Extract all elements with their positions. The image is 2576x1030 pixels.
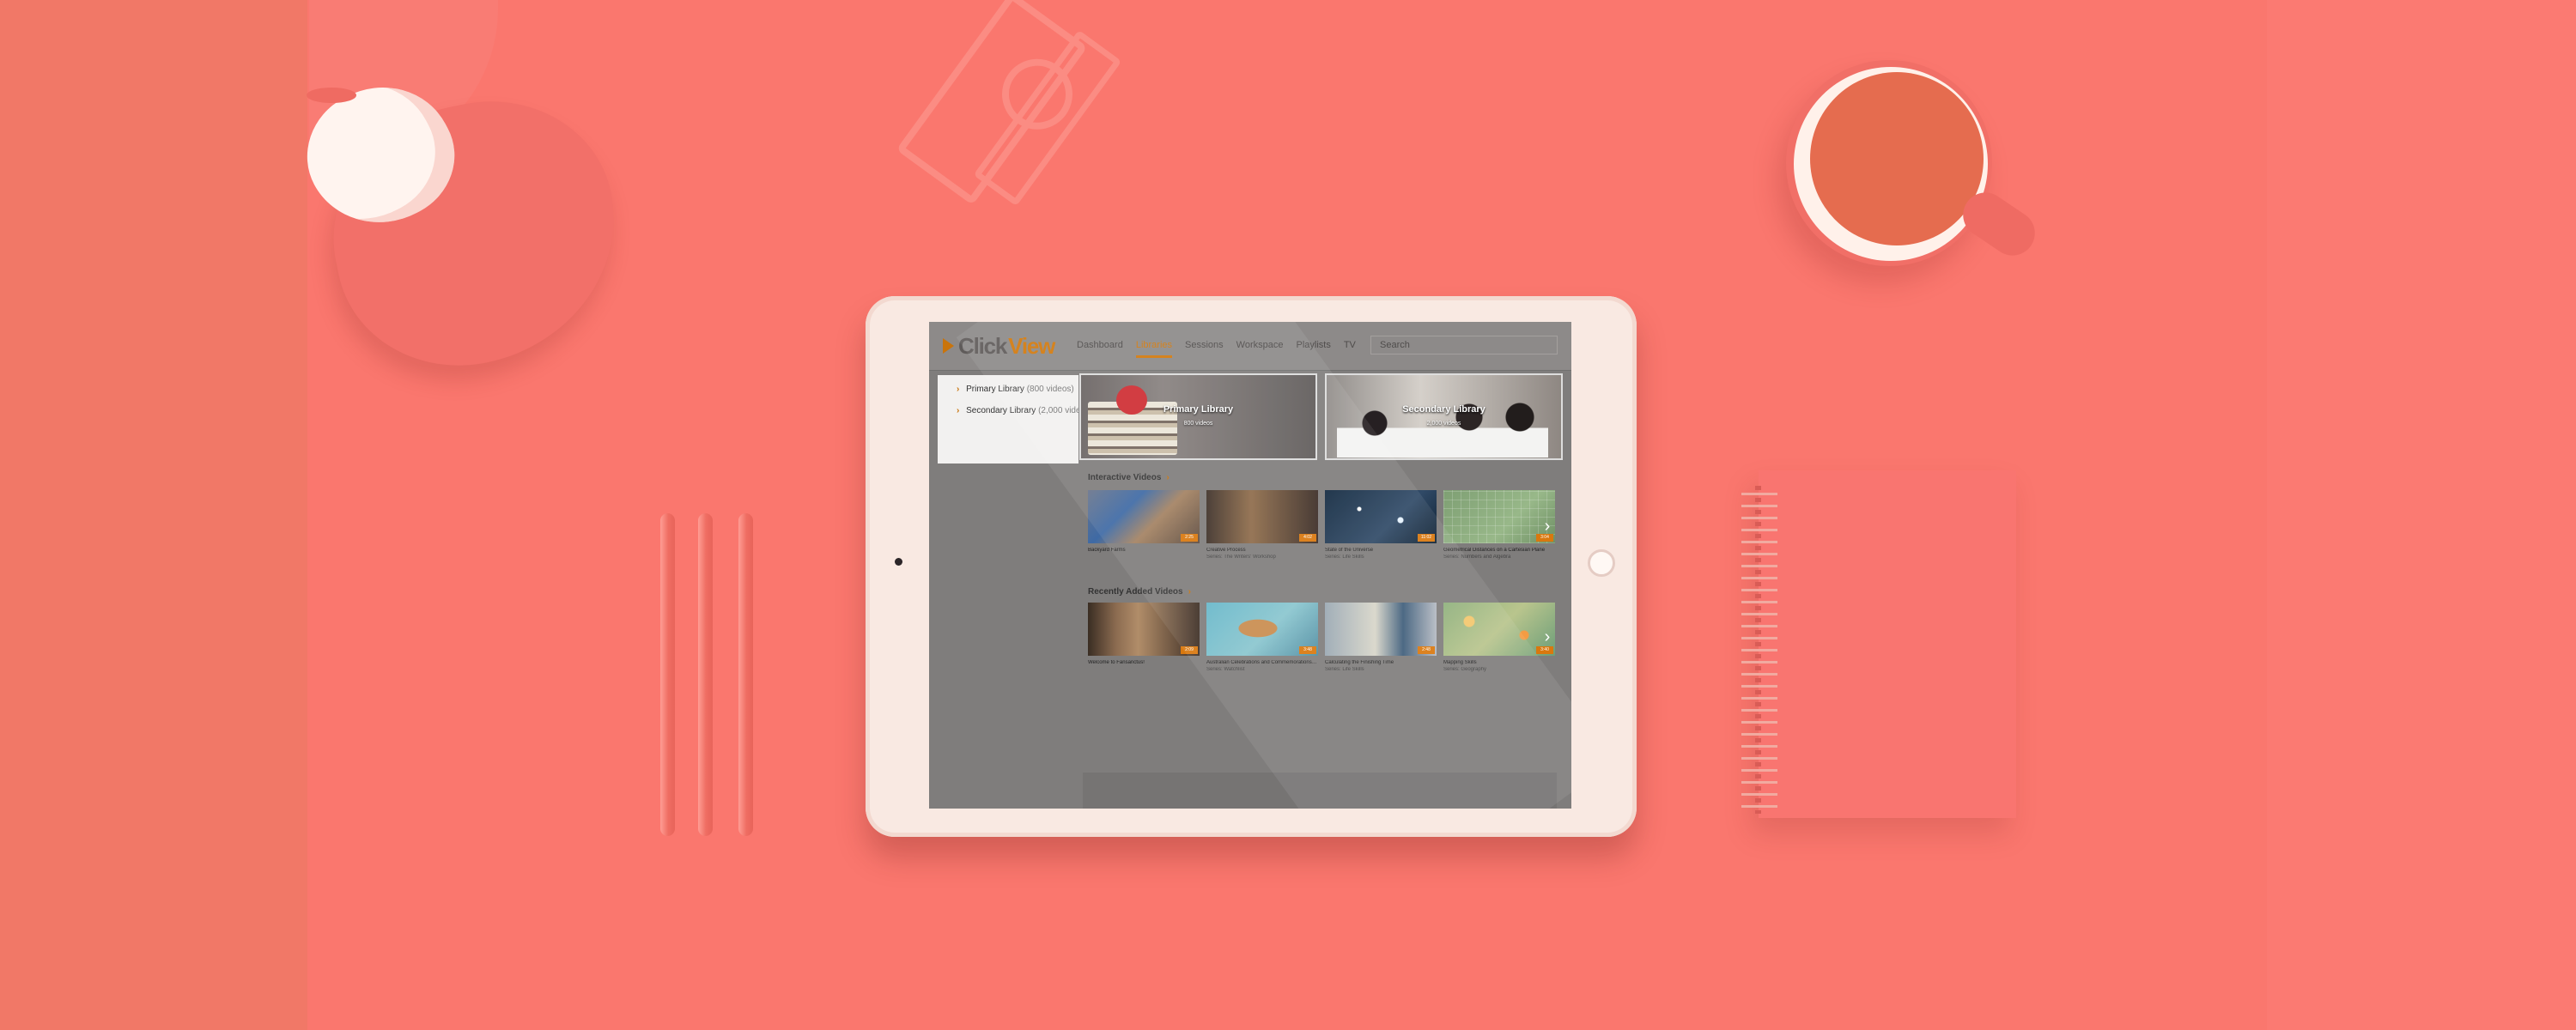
primary-library-title: Primary Library: [1163, 404, 1234, 415]
video-title: Geometrical Distances on a Cartesian Pla…: [1443, 548, 1546, 553]
interactive-videos-row: 2:25 Backyard Farms 4:02 Creative Proces…: [1088, 490, 1560, 560]
play-triangle-icon: [943, 338, 954, 354]
video-card-creative-process[interactable]: 4:02 Creative Process Series: The Writer…: [1206, 490, 1318, 560]
logo-view-text: View: [1008, 333, 1055, 359]
video-series: Series: Life Skills: [1325, 554, 1364, 560]
video-card-backyard-farms[interactable]: 2:25 Backyard Farms: [1088, 490, 1200, 559]
nav-tv[interactable]: TV: [1344, 340, 1356, 358]
chevron-right-icon: ›: [1166, 473, 1170, 482]
desk-scene: Click View Dashboard Libraries Sessions …: [0, 0, 2576, 1030]
video-series: Series: Numbers and Algebra: [1443, 554, 1511, 560]
secondary-library-title: Secondary Library: [1402, 404, 1485, 415]
recently-added-heading[interactable]: Recently Added Videos ›: [1088, 587, 1191, 597]
nav-libraries[interactable]: Libraries: [1135, 340, 1173, 358]
video-title: Calculating the Finishing Time: [1325, 660, 1394, 665]
pencil-middle: [698, 513, 713, 836]
cartesian-plane-thumbnail: 3:04: [1443, 490, 1555, 543]
nav-dashboard[interactable]: Dashboard: [1077, 340, 1123, 358]
logo-click-text: Click: [958, 333, 1007, 359]
nav-sessions[interactable]: Sessions: [1185, 340, 1224, 358]
right-background-panel: [2267, 0, 2576, 1030]
secondary-library-label: Secondary Library: [966, 406, 1036, 415]
left-background-panel: [0, 0, 307, 1030]
nav-playlists[interactable]: Playlists: [1296, 340, 1330, 358]
video-title: Creative Process: [1206, 548, 1246, 553]
desk-lamp-cord: [307, 88, 356, 103]
backyard-farms-thumbnail: 2:25: [1088, 490, 1200, 543]
sidebar-primary-library[interactable]: Primary Library (800 videos): [957, 385, 1074, 395]
coffee-in-cup: [1810, 72, 1984, 245]
pencil-right: [738, 513, 753, 836]
primary-library-video-count: 800 videos: [1183, 421, 1213, 427]
clickview-header: Click View Dashboard Libraries Sessions …: [929, 322, 1571, 371]
chevron-right-icon: ›: [1188, 587, 1191, 597]
video-duration-badge: 2:25: [1181, 534, 1198, 542]
creative-process-thumbnail: 4:02: [1206, 490, 1318, 543]
video-title: Backyard Farms: [1088, 548, 1126, 553]
finishing-time-thumbnail: 2:48: [1325, 603, 1437, 656]
main-navigation: Dashboard Libraries Sessions Workspace P…: [1077, 340, 1356, 358]
search-input[interactable]: Search: [1370, 336, 1558, 354]
video-series: Series: The Writers' Workshop: [1206, 554, 1276, 560]
tablet-home-button[interactable]: [1588, 549, 1615, 577]
video-card-finishing-time[interactable]: 2:48 Calculating the Finishing Time Seri…: [1325, 603, 1437, 672]
nav-workspace[interactable]: Workspace: [1236, 340, 1284, 358]
recently-added-title: Recently Added Videos: [1088, 587, 1183, 597]
video-duration-badge: 11:02: [1418, 534, 1435, 542]
notebook-spiral-binding: [1741, 486, 1777, 814]
welcome-thumbnail: 2:09: [1088, 603, 1200, 656]
video-title: State of the Universe: [1325, 548, 1374, 553]
clickview-screen: Click View Dashboard Libraries Sessions …: [929, 322, 1571, 809]
empty-content-area: [1083, 772, 1557, 809]
secondary-library-video-count: 2,000 videos: [1426, 421, 1461, 427]
secondary-library-card[interactable]: Secondary Library 2,000 videos: [1325, 373, 1563, 460]
video-series: Series: Watchlist: [1206, 667, 1245, 672]
tablet-camera-icon: [895, 558, 902, 566]
sidebar-secondary-library[interactable]: Secondary Library (2,000 videos): [957, 406, 1092, 416]
video-duration-badge: 3:40: [1536, 646, 1553, 654]
recently-added-videos-row: 2:09 Welcome to Fansanctus! 3:48 Austral…: [1088, 603, 1560, 672]
video-duration-badge: 4:02: [1299, 534, 1316, 542]
naidoc-map-thumbnail: 3:48: [1206, 603, 1318, 656]
library-sidebar: Primary Library (800 videos) Secondary L…: [938, 375, 1092, 464]
video-title: Mapping Skills: [1443, 660, 1477, 665]
clickview-logo[interactable]: Click View: [943, 333, 1055, 359]
chevron-right-icon[interactable]: ›: [1539, 518, 1556, 535]
video-title: Australian Celebrations and Commemoratio…: [1206, 660, 1318, 665]
video-card-welcome[interactable]: 2:09 Welcome to Fansanctus!: [1088, 603, 1200, 671]
pencil-left: [660, 513, 675, 836]
video-duration-badge: 2:09: [1181, 646, 1198, 654]
interactive-videos-heading[interactable]: Interactive Videos ›: [1088, 473, 1170, 483]
video-duration-badge: 2:48: [1418, 646, 1435, 654]
spiral-notebook: [1759, 470, 2016, 818]
primary-library-count: (800 videos): [1026, 385, 1074, 394]
interactive-videos-title: Interactive Videos: [1088, 473, 1162, 482]
video-title: Welcome to Fansanctus!: [1088, 660, 1145, 665]
video-duration-badge: 3:48: [1299, 646, 1316, 654]
primary-library-card[interactable]: Primary Library 800 videos: [1079, 373, 1317, 460]
video-card-state-of-universe[interactable]: 11:02 State of the Universe Series: Life…: [1325, 490, 1437, 560]
universe-thumbnail: 11:02: [1325, 490, 1437, 543]
video-card-naidoc-week[interactable]: 3:48 Australian Celebrations and Commemo…: [1206, 603, 1318, 672]
video-series: Series: Geography: [1443, 667, 1487, 672]
primary-library-label: Primary Library: [966, 385, 1024, 394]
video-series: Series: Life Skills: [1325, 667, 1364, 672]
chevron-right-icon[interactable]: ›: [1539, 628, 1556, 645]
